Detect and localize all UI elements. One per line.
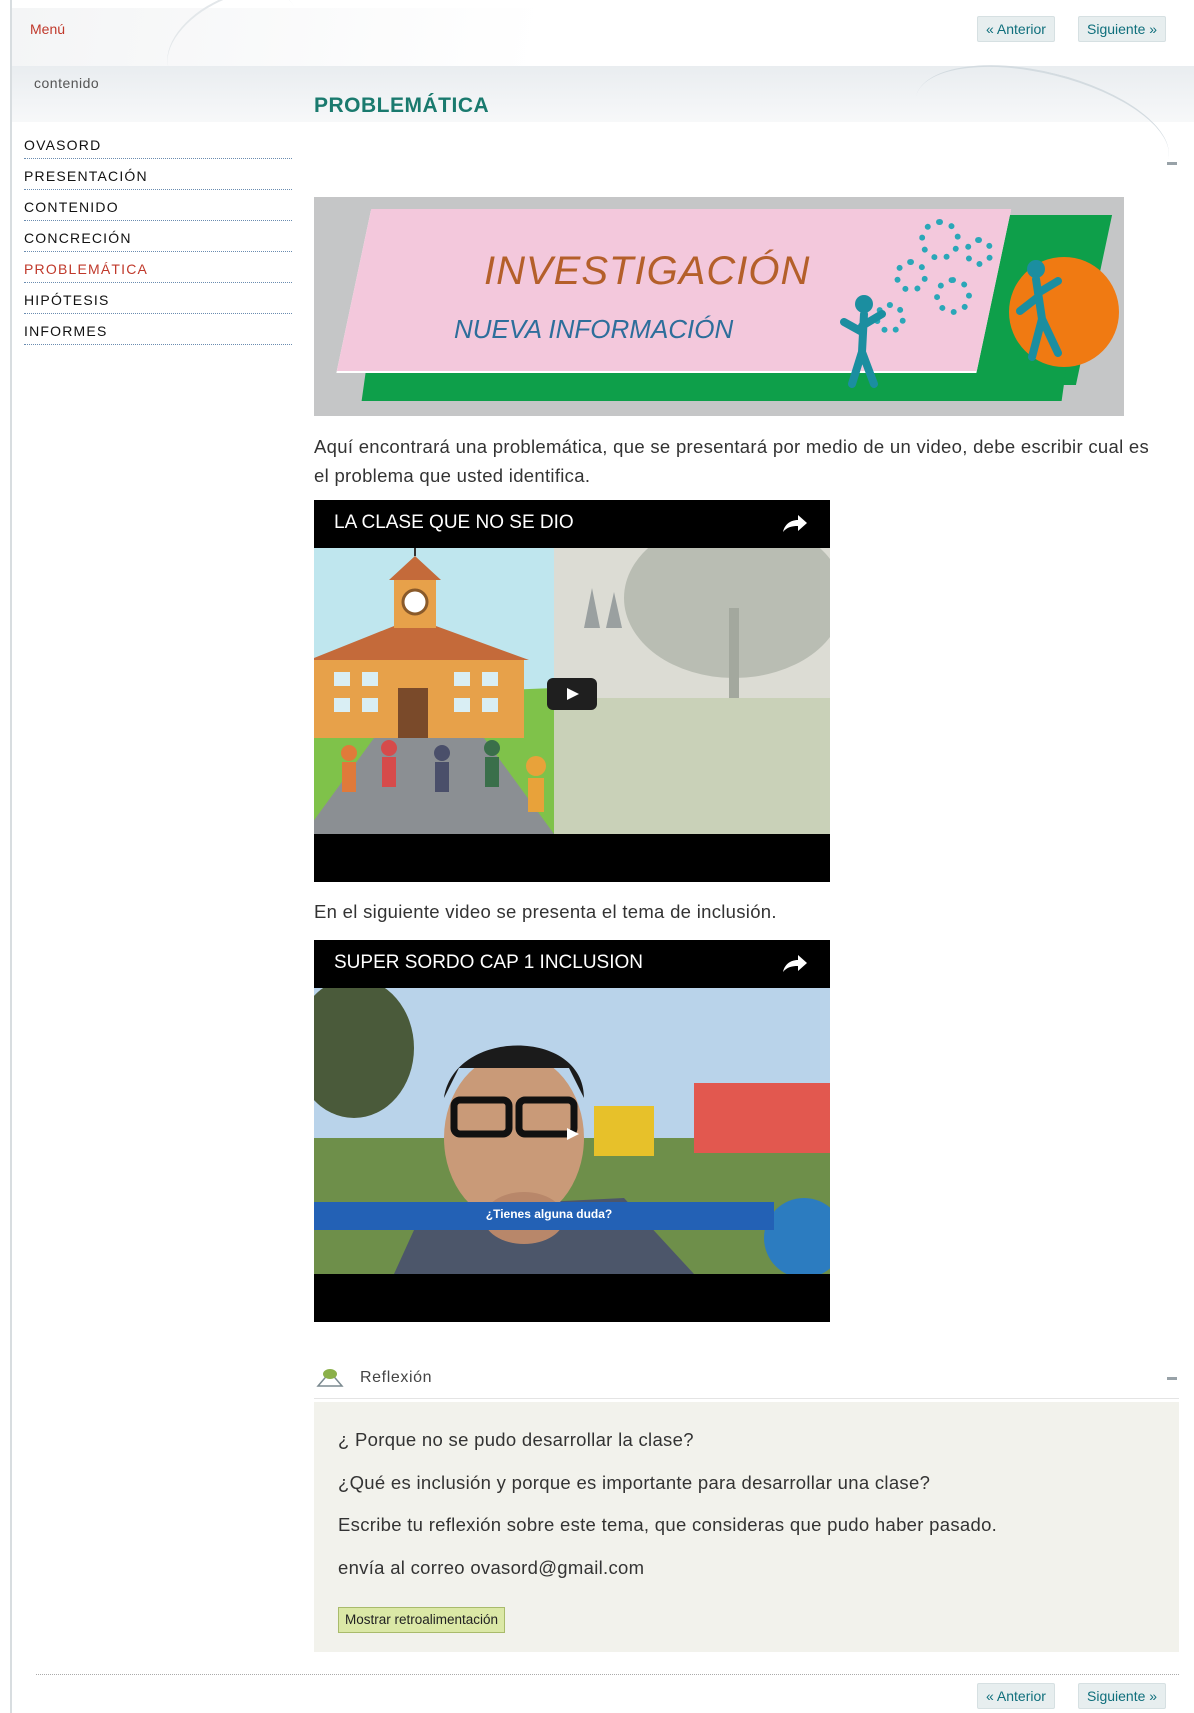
previous-button[interactable]: « Anterior: [977, 16, 1055, 42]
footer-next-button[interactable]: Siguiente »: [1078, 1683, 1167, 1709]
gear-icon: [894, 259, 928, 293]
reflexion-question: ¿Qué es inclusión y porque es importante…: [338, 1472, 931, 1493]
intro-text: Aquí encontrará una problemática, que se…: [314, 436, 1150, 486]
decorative-arc: [902, 42, 1182, 214]
gear-icon: [934, 277, 972, 315]
page-title: PROBLEMÁTICA: [314, 94, 490, 117]
sidebar-item-ovasord[interactable]: OVASORD: [24, 128, 292, 159]
video-thumbnail: [314, 548, 830, 834]
sidebar-item-hipotesis[interactable]: HIPÓTESIS: [24, 283, 292, 314]
banner-subtitle: NUEVA INFORMACIÓN: [454, 314, 734, 344]
video-title[interactable]: LA CLASE QUE NO SE DIO: [334, 512, 574, 534]
video-player-1[interactable]: LA CLASE QUE NO SE DIO: [314, 500, 830, 882]
banner-green-strip: [361, 367, 1067, 401]
sidebar-item-presentacion[interactable]: PRESENTACIÓN: [24, 159, 292, 190]
content-header: contenido: [12, 42, 1194, 214]
reflexion-body: ¿ Porque no se pudo desarrollar la clase…: [314, 1402, 1179, 1652]
banner-title: INVESTIGACIÓN: [484, 249, 811, 293]
sidebar-item-informes[interactable]: INFORMES: [24, 314, 292, 345]
video-title[interactable]: SUPER SORDO CAP 1 INCLUSION: [334, 952, 643, 974]
reflexion-email-instruction: envía al correo ovasord@gmail.com: [338, 1557, 645, 1578]
reflexion-question: Escribe tu reflexión sobre este tema, qu…: [338, 1514, 998, 1535]
gear-icon: [919, 219, 961, 261]
footer-divider: [36, 1674, 1179, 1675]
video-player-2[interactable]: SUPER SORDO CAP 1 INCLUSION ¿Tienes algu…: [314, 940, 830, 1322]
sidebar-nav: OVASORD PRESENTACIÓN CONTENIDO CONCRECIÓ…: [24, 128, 292, 345]
worker-figure-icon: [840, 295, 886, 388]
next-button[interactable]: Siguiente »: [1078, 16, 1167, 42]
section-label: contenido: [34, 75, 100, 91]
reflexion-icon: [316, 1369, 344, 1387]
gear-icon: [964, 237, 994, 267]
share-icon[interactable]: [781, 514, 809, 534]
sidebar-item-problematica[interactable]: PROBLEMÁTICA: [24, 252, 292, 283]
video-caption: ¿Tienes alguna duda?: [485, 1207, 613, 1221]
collapse-content-icon[interactable]: [1167, 162, 1177, 165]
reflexion-question: ¿ Porque no se pudo desarrollar la clase…: [338, 1429, 694, 1450]
menu-link[interactable]: Menú: [30, 21, 65, 37]
show-feedback-button[interactable]: Mostrar retroalimentación: [338, 1607, 506, 1633]
investigacion-banner: INVESTIGACIÓN NUEVA INFORMACIÓN: [314, 197, 1124, 416]
reflexion-header: Reflexión: [314, 1358, 1179, 1399]
play-button[interactable]: [547, 1118, 597, 1150]
sidebar-item-concrecion[interactable]: CONCRECIÓN: [24, 221, 292, 252]
share-icon[interactable]: [781, 954, 809, 974]
climber-figure-icon: [1016, 260, 1062, 361]
video-thumbnail: ¿Tienes alguna duda?: [314, 988, 830, 1274]
footer-previous-button[interactable]: « Anterior: [977, 1683, 1055, 1709]
collapse-reflexion-icon[interactable]: [1167, 1377, 1177, 1380]
page-left-border: [10, 0, 12, 1713]
reflexion-title: Reflexión: [360, 1369, 433, 1386]
play-button[interactable]: [547, 678, 597, 710]
inclusion-intro-text: En el siguiente video se presenta el tem…: [314, 901, 777, 922]
sidebar-item-contenido[interactable]: CONTENIDO: [24, 190, 292, 221]
